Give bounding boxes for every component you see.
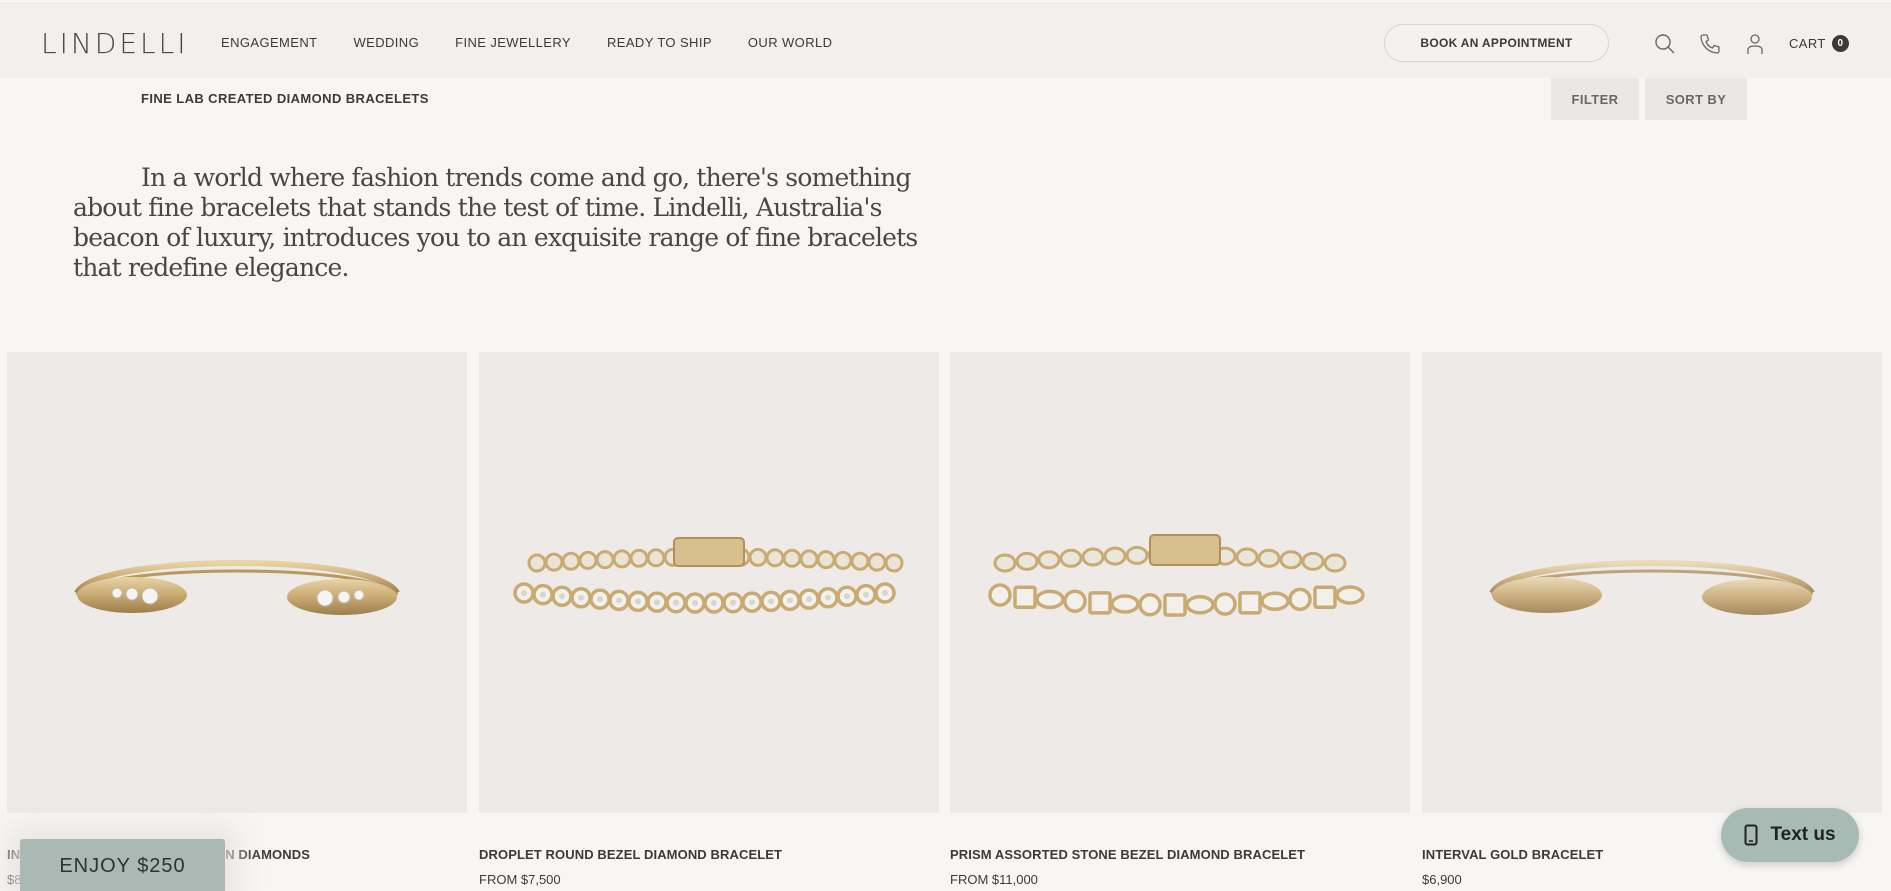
product-card[interactable]: DROPLET ROUND BEZEL DIAMOND BRACELET FRO…	[479, 352, 939, 887]
product-name-tail: N DIAMONDS	[225, 847, 310, 862]
nav-engagement[interactable]: ENGAGEMENT	[221, 35, 317, 50]
main-nav: ENGAGEMENT WEDDING FINE JEWELLERY READY …	[221, 35, 832, 50]
product-card[interactable]: IN N DIAMONDS $8	[7, 352, 467, 887]
lindelli-logo[interactable]: LINDELLI	[41, 27, 189, 60]
book-appointment-button[interactable]: BOOK AN APPOINTMENT	[1384, 24, 1609, 62]
cart-count-badge: 0	[1831, 35, 1849, 52]
mobile-phone-icon	[1744, 824, 1758, 846]
open-cuff-diamond-bracelet-image	[74, 559, 400, 615]
page-title: FINE LAB CREATED DIAMOND BRACELETS	[141, 91, 429, 106]
nav-our-world[interactable]: OUR WORLD	[748, 35, 833, 50]
text-us-button[interactable]: Text us	[1721, 808, 1859, 862]
product-image-interval-bracelet[interactable]	[1422, 352, 1882, 813]
assorted-stone-bezel-bracelet-image	[988, 533, 1365, 617]
round-bezel-tennis-bracelet-image	[513, 536, 904, 614]
nav-wedding[interactable]: WEDDING	[353, 35, 419, 50]
promo-enjoy-button[interactable]: ENJOY $250	[20, 839, 225, 891]
product-image-prism-bracelet[interactable]	[950, 352, 1410, 813]
product-image-open-cuff-diamonds[interactable]	[7, 352, 467, 813]
nav-ready-to-ship[interactable]: READY TO SHIP	[607, 35, 712, 50]
cart-label: CART	[1789, 36, 1826, 51]
cart-button[interactable]: CART 0	[1789, 35, 1849, 52]
product-card[interactable]: PRISM ASSORTED STONE BEZEL DIAMOND BRACE…	[950, 352, 1410, 887]
product-price: $6,900	[1422, 872, 1462, 887]
phone-icon[interactable]	[1698, 32, 1722, 56]
product-price: FROM $11,000	[950, 872, 1038, 887]
collection-intro: In a world where fashion trends come and…	[73, 163, 918, 282]
product-name-head: IN	[7, 847, 21, 862]
account-icon[interactable]	[1743, 32, 1767, 56]
product-image-droplet-bracelet[interactable]	[479, 352, 939, 813]
product-name[interactable]: PRISM ASSORTED STONE BEZEL DIAMOND BRACE…	[950, 847, 1410, 862]
sort-by-button[interactable]: SORT BY	[1645, 78, 1747, 120]
nav-fine-jewellery[interactable]: FINE JEWELLERY	[455, 35, 571, 50]
filter-button[interactable]: FILTER	[1551, 78, 1639, 120]
site-header: LINDELLI ENGAGEMENT WEDDING FINE JEWELLE…	[0, 3, 1891, 78]
search-icon[interactable]	[1653, 32, 1677, 56]
product-name[interactable]: DROPLET ROUND BEZEL DIAMOND BRACELET	[479, 847, 939, 862]
product-card[interactable]: INTERVAL GOLD BRACELET $6,900	[1422, 352, 1882, 887]
product-price: FROM $7,500	[479, 872, 561, 887]
text-us-label: Text us	[1770, 824, 1836, 845]
open-gold-cuff-image	[1489, 559, 1815, 615]
